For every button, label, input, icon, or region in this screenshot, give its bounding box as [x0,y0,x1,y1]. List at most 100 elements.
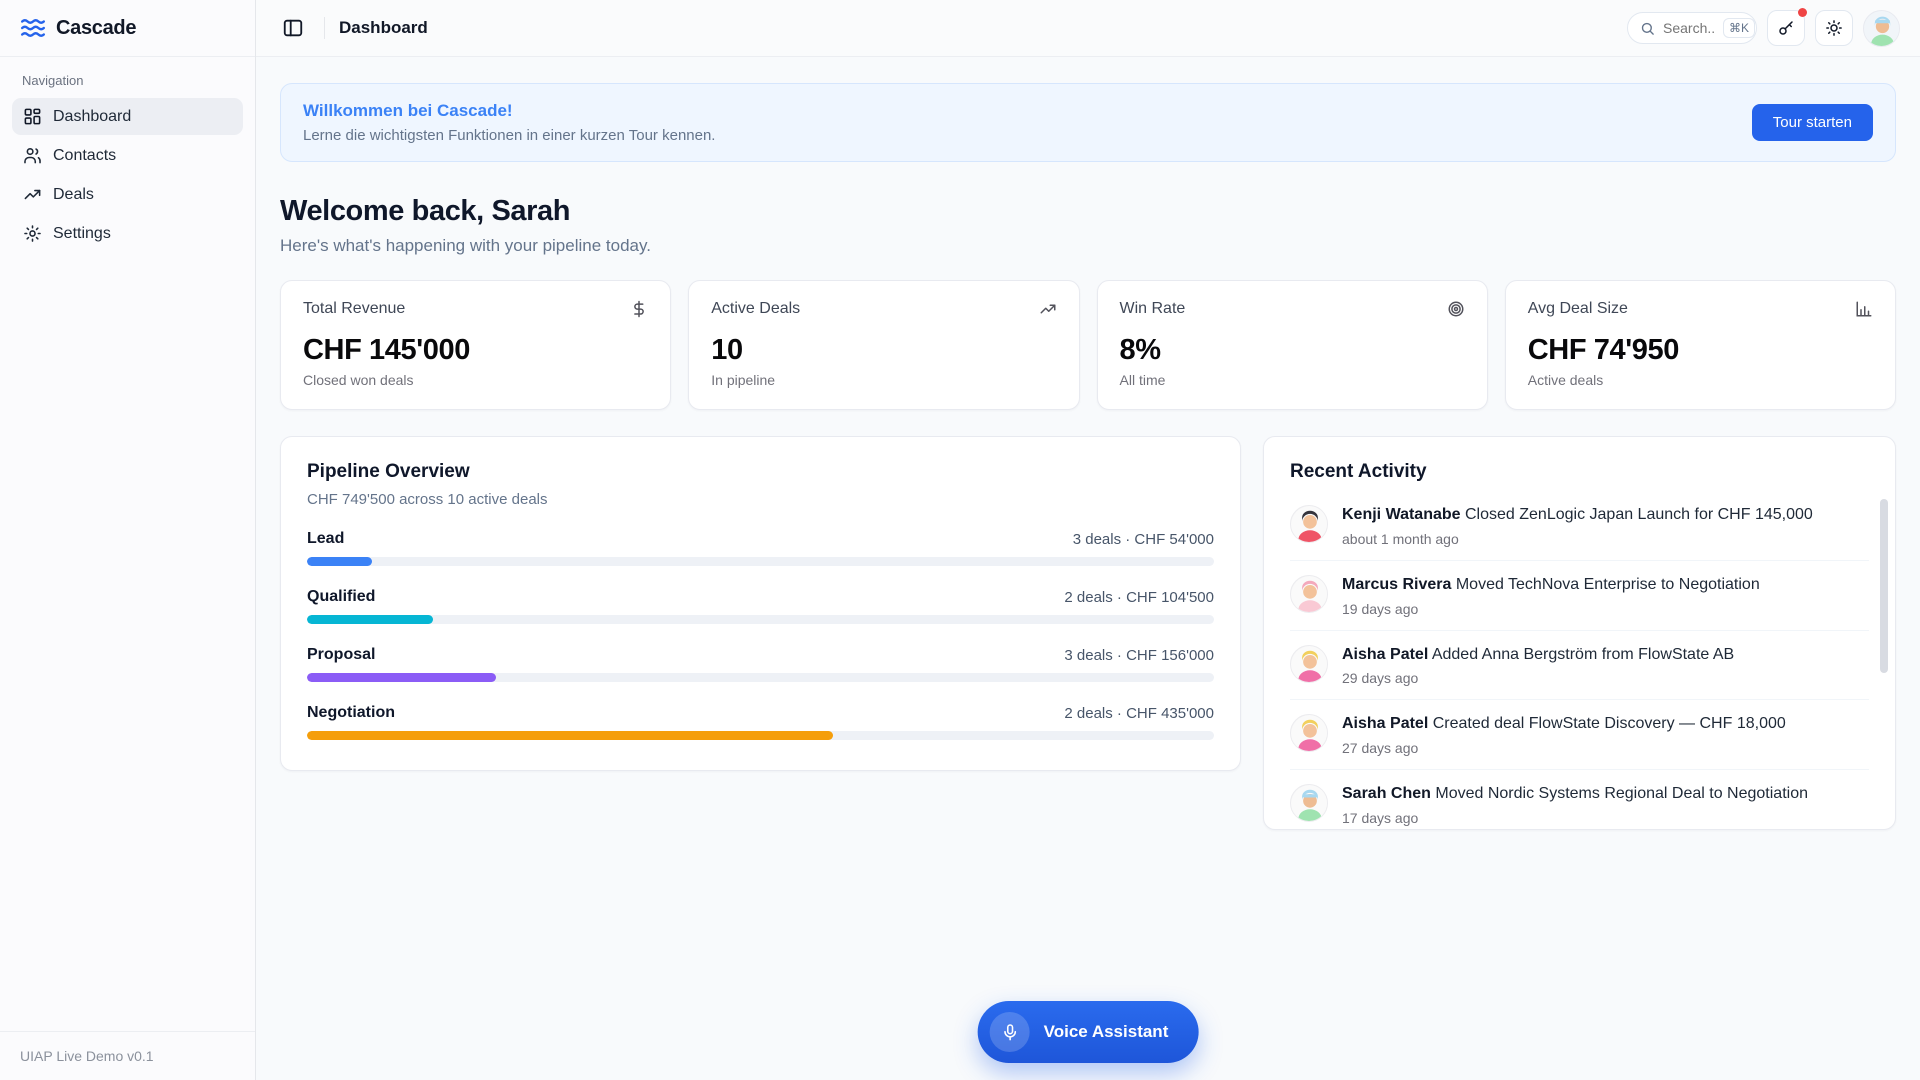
app-version-label: UIAP Live Demo v0.1 [0,1031,255,1080]
sidebar-item-deals[interactable]: Deals [12,176,243,213]
stat-card-total-revenue: Total Revenue CHF 145'000 Closed won dea… [280,280,672,410]
trending-up-icon [1039,300,1057,318]
activity-action: Moved Nordic Systems Regional Deal to Ne… [1435,785,1808,803]
stat-label: Win Rate [1119,300,1186,317]
stats-row: Total Revenue CHF 145'000 Closed won dea… [280,280,1896,410]
nav-section-label: Navigation [22,73,84,88]
activity-user: Marcus Rivera [1342,575,1452,593]
avatar [1290,714,1328,753]
app-logo: Cascade [0,0,255,57]
stat-label: Avg Deal Size [1527,300,1628,317]
activity-action: Moved TechNova Enterprise to Negotiation [1455,575,1760,593]
banner-text: Willkommen bei Cascade! Lerne die wichti… [303,101,715,144]
welcome-section: Welcome back, Sarah Here's what's happen… [280,195,1896,256]
activity-text: Kenji Watanabe Closed ZenLogic Japan Lau… [1342,505,1813,526]
target-icon [1447,300,1465,318]
stat-caption: All time [1119,372,1166,388]
stage-bar-fill [307,557,373,566]
panels-row: Pipeline Overview CHF 749'500 across 10 … [280,436,1896,830]
search-shortcut-badge: ⌘K [1723,18,1756,38]
avatar [1290,784,1328,823]
stage-bar-track [307,673,1214,682]
grid-icon [23,107,42,126]
activity-time: 29 days ago [1342,670,1419,687]
recent-activity-card: Recent Activity Kenji Watanabe Closed Ze… [1263,436,1896,830]
sidebar-item-settings[interactable]: Settings [12,215,243,252]
sidebar-item-label: Dashboard [53,107,132,125]
pipeline-stage-proposal: Proposal 3 deals · CHF 156'000 [307,646,1214,682]
stat-caption: Closed won deals [303,372,414,388]
activity-item[interactable]: Kenji Watanabe Closed ZenLogic Japan Lau… [1290,491,1869,561]
activity-text: Aisha Patel Added Anna Bergström from Fl… [1342,645,1734,666]
activity-user: Sarah Chen [1342,785,1431,803]
stage-bar-fill [307,731,834,740]
notification-dot [1798,8,1807,17]
activity-list: Kenji Watanabe Closed ZenLogic Japan Lau… [1290,491,1869,829]
page-title: Dashboard [339,18,428,37]
activity-action: Created deal FlowState Discovery — CHF 1… [1432,715,1786,733]
users-icon [23,146,42,165]
sidebar-toggle-button[interactable] [276,11,310,45]
activity-time: 27 days ago [1342,740,1419,757]
user-avatar[interactable] [1863,9,1900,47]
stage-bar-track [307,557,1214,566]
waves-logo-icon [20,15,46,41]
sidebar-nav: Navigation Dashboard Contacts Deals Sett… [0,57,255,1031]
start-tour-button[interactable]: Tour starten [1751,104,1873,141]
sidebar-item-label: Settings [53,224,111,242]
stat-card-avg-deal-size: Avg Deal Size CHF 74'950 Active deals [1504,280,1896,410]
pipeline-overview-card: Pipeline Overview CHF 749'500 across 10 … [280,436,1241,771]
pipeline-stage-lead: Lead 3 deals · CHF 54'000 [307,530,1214,566]
stage-meta: 3 deals · CHF 54'000 [1072,530,1214,548]
banner-title: Willkommen bei Cascade! [303,101,513,120]
activity-scrollbar-thumb[interactable] [1880,499,1888,673]
app-name: Cascade [56,16,137,39]
activity-text: Sarah Chen Moved Nordic Systems Regional… [1342,784,1808,805]
key-icon [1779,21,1793,35]
stage-label: Negotiation [307,704,395,721]
api-key-button[interactable] [1767,8,1807,46]
pipeline-stage-qualified: Qualified 2 deals · CHF 104'500 [307,588,1214,624]
stat-value: 10 [711,334,743,366]
stage-label: Qualified [307,588,376,605]
stat-value: CHF 145'000 [303,334,470,366]
stat-value: 8% [1119,334,1162,366]
activity-title: Recent Activity [1290,461,1427,482]
activity-text: Aisha Patel Created deal FlowState Disco… [1342,714,1786,735]
sidebar-item-contacts[interactable]: Contacts [12,137,243,174]
stage-label: Lead [307,530,345,547]
main-area: Dashboard ⌘K [256,0,1920,1080]
header-actions: ⌘K [1627,8,1900,47]
avatar [1290,574,1328,613]
top-header: Dashboard ⌘K [256,0,1920,57]
voice-assistant-button[interactable]: Voice Assistant [977,1001,1199,1063]
avatar [1290,644,1328,683]
activity-user: Aisha Patel [1342,715,1429,733]
stat-card-win-rate: Win Rate 8% All time [1096,280,1488,410]
activity-text: Marcus Rivera Moved TechNova Enterprise … [1342,575,1760,596]
dollar-icon [630,300,648,318]
stage-bar-track [307,615,1214,624]
sidebar-item-label: Contacts [53,146,117,164]
stat-value: CHF 74'950 [1527,334,1680,366]
activity-user: Kenji Watanabe [1342,506,1461,523]
search-input[interactable] [1663,20,1715,36]
stat-caption: In pipeline [711,372,776,388]
onboarding-banner: Willkommen bei Cascade! Lerne die wichti… [280,83,1896,162]
gear-icon [23,224,42,243]
activity-item[interactable]: Aisha Patel Created deal FlowState Disco… [1290,700,1869,771]
activity-item[interactable]: Marcus Rivera Moved TechNova Enterprise … [1290,561,1869,631]
theme-toggle-button[interactable] [1815,10,1853,46]
activity-action: Added Anna Bergström from FlowState AB [1431,645,1735,663]
stage-label: Proposal [307,646,376,663]
search-box[interactable]: ⌘K [1627,12,1757,44]
avatar [1290,505,1328,543]
activity-item[interactable]: Sarah Chen Moved Nordic Systems Regional… [1290,770,1869,829]
activity-item[interactable]: Aisha Patel Added Anna Bergström from Fl… [1290,631,1869,701]
stage-bar-track [307,731,1214,740]
activity-action: Closed ZenLogic Japan Launch for CHF 145… [1465,506,1813,523]
sidebar-item-dashboard[interactable]: Dashboard [12,98,243,135]
sidebar: Cascade Navigation Dashboard Contacts De… [0,0,256,1080]
stage-bar-fill [307,673,496,682]
panel-left-icon [283,19,303,37]
